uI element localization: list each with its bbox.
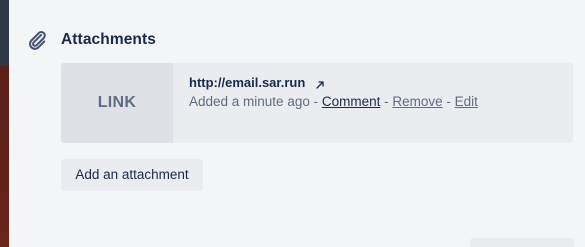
section-title: Attachments xyxy=(61,31,156,48)
meta-separator: - xyxy=(380,94,393,109)
attachment-meta: Added a minute ago - Comment - Remove - … xyxy=(189,94,565,109)
add-attachment-button[interactable]: Add an attachment xyxy=(61,159,203,191)
attachment-details: http://email.sar.run Added a minute ago … xyxy=(189,73,565,110)
board-background-top xyxy=(0,0,9,66)
attachment-title[interactable]: http://email.sar.run xyxy=(189,75,305,90)
added-time: Added a minute ago xyxy=(189,94,310,109)
attachment-thumbnail[interactable]: LINK xyxy=(61,63,173,143)
edit-link[interactable]: Edit xyxy=(455,94,478,109)
attachment-title-row: http://email.sar.run xyxy=(189,73,565,91)
thumbnail-label: LINK xyxy=(97,94,137,111)
meta-separator: - xyxy=(309,94,322,109)
meta-separator: - xyxy=(442,94,455,109)
partial-button[interactable] xyxy=(470,238,574,247)
comment-link[interactable]: Comment xyxy=(322,94,381,109)
remove-link[interactable]: Remove xyxy=(392,94,442,109)
attachment-card[interactable]: LINK http://email.sar.run Added a minute… xyxy=(61,63,573,143)
external-link-icon[interactable] xyxy=(315,77,325,89)
board-background-strip xyxy=(0,0,9,247)
paperclip-icon xyxy=(26,29,48,51)
